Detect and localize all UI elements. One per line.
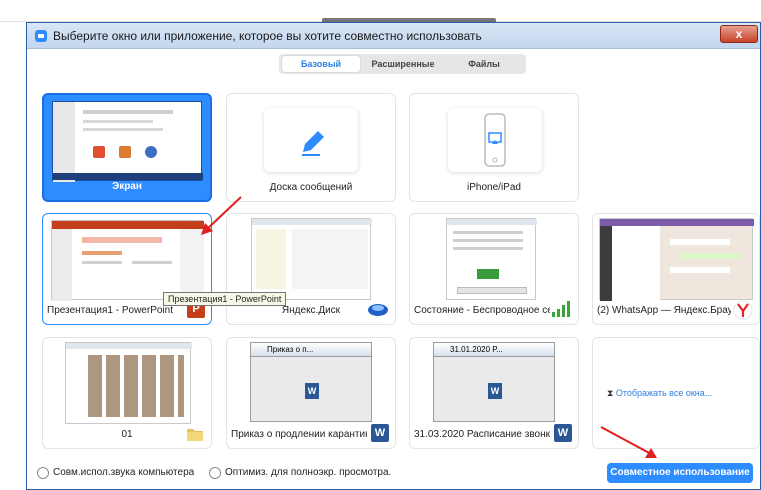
tile-whatsapp-browser[interactable]: (2) WhatsApp — Яндекс.Браузер <box>592 213 760 325</box>
title-bar[interactable]: Выберите окно или приложение, которое вы… <box>27 23 760 49</box>
share-audio-checkbox[interactable] <box>37 467 49 479</box>
tab-files[interactable]: Файлы <box>445 56 523 72</box>
word-window-title: Приказ о п... <box>251 343 371 357</box>
tile-powerpoint[interactable]: Презентация1 - PowerPoint P <box>42 213 212 325</box>
powerpoint-thumbnail <box>51 220 204 301</box>
screen-thumbnail <box>52 101 203 182</box>
word-window-preview: Приказ о п... W <box>250 342 372 422</box>
iphone-card <box>448 108 542 172</box>
word-icon: W <box>371 424 389 442</box>
word-window-preview: 31.01.2020 Р... W <box>433 342 555 422</box>
tile-word-quarantine[interactable]: Приказ о п... W Приказ о продлении каран… <box>226 337 396 449</box>
pencil-icon <box>302 131 324 156</box>
tile-label: iPhone/iPad <box>467 182 521 193</box>
whiteboard-card <box>264 108 358 172</box>
tile-screen[interactable]: Экран <box>42 93 212 202</box>
word-icon: W <box>305 383 319 399</box>
word-window-title: 31.01.2020 Р... <box>434 343 554 357</box>
share-tabs: Базовый Расширенные Файлы <box>279 54 526 74</box>
optimize-fullscreen-checkbox[interactable] <box>209 467 221 479</box>
annotation-arrow-icon <box>600 426 657 458</box>
word-icon: W <box>554 424 572 442</box>
hourglass-icon: ⧗ <box>607 388 614 398</box>
annotation-arrow-icon <box>201 196 242 235</box>
show-all-windows-link[interactable]: ⧗ Отображать все окна... <box>607 388 712 399</box>
close-button[interactable]: x <box>720 25 758 43</box>
phone-airplay-icon <box>484 113 506 167</box>
tile-wireless-status[interactable]: Состояние - Беспроводное сете... <box>409 213 579 325</box>
yandex-browser-icon <box>733 300 753 320</box>
show-all-label: Отображать все окна... <box>615 388 713 398</box>
tile-label: Приказ о продлении карантина... <box>231 429 367 440</box>
share-dialog: Выберите окно или приложение, которое вы… <box>26 22 761 490</box>
optimize-fullscreen-label: Оптимиз. для полноэкр. просмотра. <box>225 467 392 478</box>
yandex-disk-icon <box>368 304 388 316</box>
tile-label: Доска сообщений <box>269 182 353 193</box>
zoom-app-icon <box>35 30 47 42</box>
tile-label: (2) WhatsApp — Яндекс.Браузер <box>597 305 731 316</box>
share-audio-label: Совм.испол.звука компьютера <box>53 467 195 478</box>
tile-iphone-ipad[interactable]: iPhone/iPad <box>409 93 579 202</box>
tab-advanced[interactable]: Расширенные <box>363 56 443 72</box>
tile-word-schedule[interactable]: 31.01.2020 Р... W 31.03.2020 Расписание … <box>409 337 579 449</box>
tile-label: Презентация1 - PowerPoint <box>47 305 173 316</box>
word-icon: W <box>488 383 502 399</box>
share-button[interactable]: Совместное использование <box>607 463 753 483</box>
tile-yandex-disk[interactable]: Яндекс.Диск <box>226 213 396 325</box>
wifi-signal-icon <box>552 301 570 317</box>
tab-basic[interactable]: Базовый <box>282 56 360 72</box>
tile-whiteboard[interactable]: Доска сообщений <box>226 93 396 202</box>
folder-icon <box>187 429 203 441</box>
wireless-status-thumbnail <box>446 218 537 300</box>
tooltip: Презентация1 - PowerPoint <box>163 292 287 306</box>
tile-label: 31.03.2020 Расписание звонков ... <box>414 429 550 440</box>
tile-label: Состояние - Беспроводное сете... <box>414 305 550 316</box>
yandex-disk-thumbnail <box>251 218 372 300</box>
tile-label: Экран <box>112 181 142 192</box>
dialog-title: Выберите окно или приложение, которое вы… <box>53 29 482 43</box>
whatsapp-thumbnail <box>599 218 754 301</box>
folder-thumbnail <box>65 342 192 424</box>
tile-folder-01[interactable]: 01 <box>42 337 212 449</box>
